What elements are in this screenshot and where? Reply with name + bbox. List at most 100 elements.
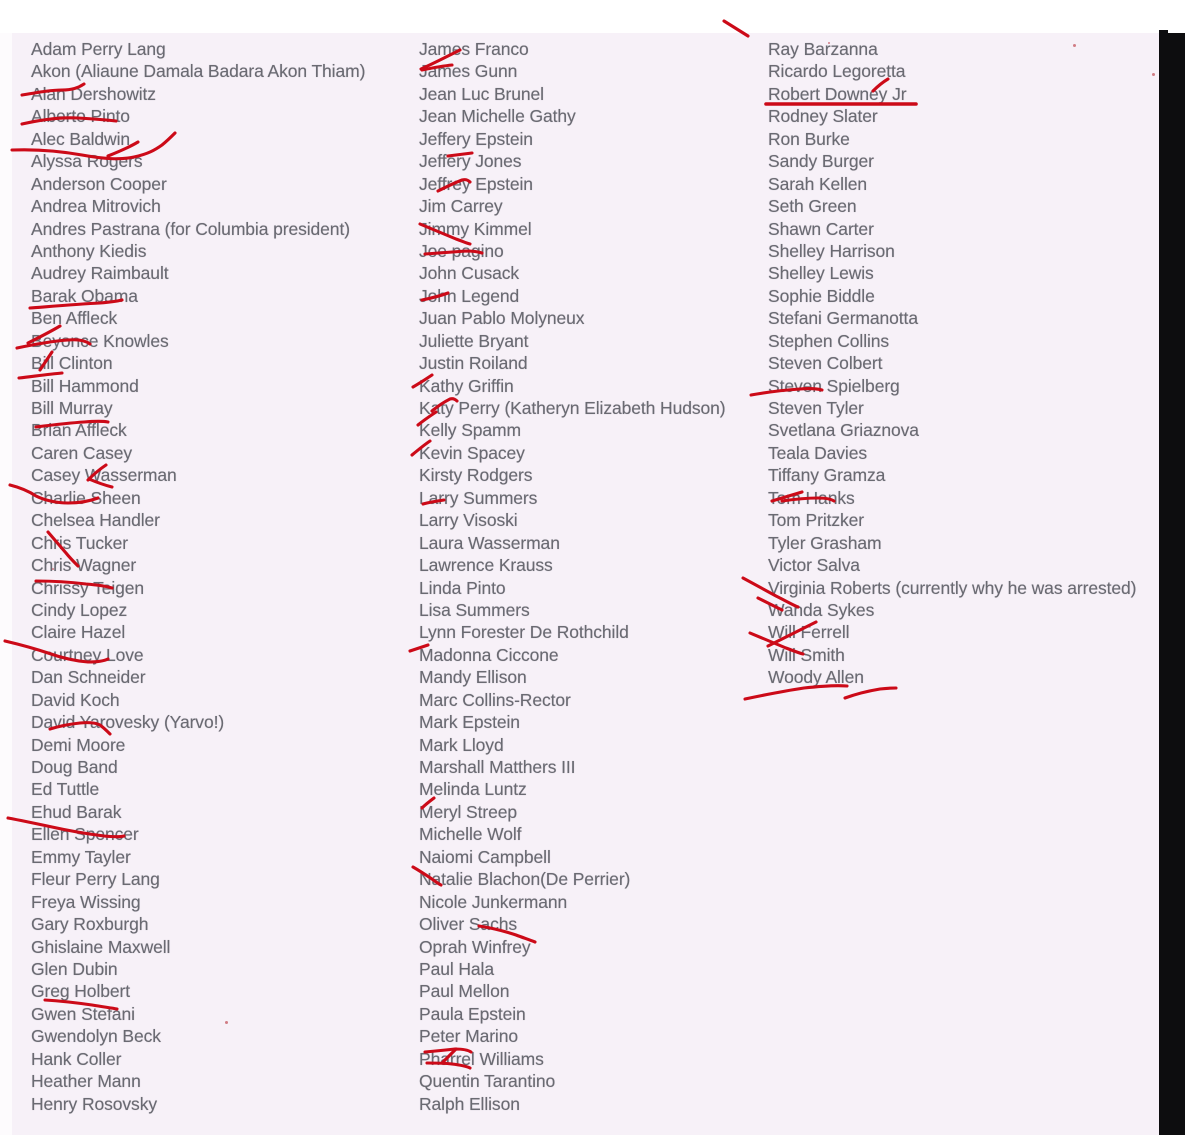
list-item: Peter Marino	[419, 1026, 518, 1047]
list-item: Seth Green	[768, 196, 857, 217]
list-item: Mark Lloyd	[419, 734, 504, 755]
list-item: Steven Colbert	[768, 353, 883, 374]
list-item: Dan Schneider	[31, 667, 146, 688]
list-item: Lisa Summers	[419, 599, 530, 620]
list-item: Freya Wissing	[31, 891, 141, 912]
scan-speck-5	[52, 568, 54, 570]
list-item: Tom Hanks	[768, 487, 855, 508]
list-item: Chris Wagner	[31, 555, 137, 576]
list-item: Courtney Love	[31, 644, 144, 665]
list-item: Shelley Harrison	[768, 240, 895, 261]
list-item: Jeffrey Epstein	[419, 173, 533, 194]
list-item: Barak Obama	[31, 285, 138, 306]
list-item: Alec Baldwin	[31, 128, 130, 149]
scanned-page: Adam Perry Lang Akon (Aliaune Damala Bada…	[0, 0, 1185, 1135]
list-item: Gwendolyn Beck	[31, 1026, 161, 1047]
list-item: Alberto Pinto	[31, 106, 130, 127]
list-item: Stefani Germanotta	[768, 308, 918, 329]
list-item: Will Smith	[768, 644, 845, 665]
list-item: Andrea Mitrovich	[31, 196, 161, 217]
list-item: Andres Pastrana (for Columbia president)	[31, 218, 350, 239]
list-item: Kelly Spamm	[419, 420, 521, 441]
list-item: Glen Dubin	[31, 958, 118, 979]
list-item: John Legend	[419, 285, 520, 306]
list-item: Ellen Spencer	[31, 824, 139, 845]
list-item: Meryl Streep	[419, 801, 517, 822]
list-item: Melinda Luntz	[419, 779, 527, 800]
list-item: Larry Summers	[419, 487, 538, 508]
list-item: Bill Clinton	[31, 353, 113, 374]
list-item: Ben Affleck	[31, 308, 118, 329]
list-item: Chelsea Handler	[31, 510, 160, 531]
list-item: David Yarovesky (Yarvo!)	[31, 712, 225, 733]
list-item: Marshall Matthers III	[419, 757, 576, 777]
list-item: Brian Affleck	[31, 420, 127, 441]
name-column-3: Ray Barzanna Ricardo Legoretta Robert Down…	[768, 38, 1185, 689]
list-item: Gary Roxburgh	[31, 914, 149, 935]
list-item: Will Ferrell	[768, 622, 850, 643]
list-item: Charlie Sheen	[31, 487, 141, 508]
list-item: Chrissy Teigen	[31, 577, 145, 598]
list-item: Sophie Biddle	[768, 285, 875, 306]
list-item: Sandy Burger	[768, 151, 874, 172]
list-item: Ghislaine Maxwell	[31, 936, 171, 957]
list-item: Ricardo Legoretta	[768, 61, 906, 82]
list-item: Casey Wasserman	[31, 465, 177, 486]
list-item: Justin Roiland	[419, 353, 528, 374]
list-item: Ehud Barak	[31, 801, 122, 822]
list-item: Adam Perry Lang	[31, 39, 166, 59]
list-item: Claire Hazel	[31, 622, 126, 643]
list-item: Doug Band	[31, 757, 118, 777]
list-item: John Cusack	[419, 263, 520, 284]
list-item: Kathy Griffin	[419, 375, 514, 396]
list-item: David Koch	[31, 689, 120, 710]
list-item: Pharrel Williams	[419, 1048, 544, 1069]
list-item: Ron Burke	[768, 128, 850, 149]
scan-speck-1	[1073, 44, 1076, 47]
list-item: Bill Hammond	[31, 375, 139, 396]
list-item: Greg Holbert	[31, 981, 130, 1002]
list-item: Tiffany Gramza	[768, 465, 886, 486]
scan-speck-2	[1152, 73, 1155, 76]
list-item: Mark Epstein	[419, 712, 520, 733]
list-item: Robert Downey Jr	[768, 83, 907, 104]
list-item: Jean Luc Brunel	[419, 83, 544, 104]
list-item: Alyssa Rogers	[31, 151, 143, 172]
scanner-top-white-strip	[1168, 0, 1185, 33]
list-item: Michelle Wolf	[419, 824, 522, 845]
list-item: Larry Visoski	[419, 510, 518, 531]
list-item: Jeffery Jones	[419, 151, 522, 172]
list-item: Jimmy Kimmel	[419, 218, 532, 239]
list-item: Teala Davies	[768, 442, 867, 463]
list-item: Marc Collins-Rector	[419, 689, 571, 710]
list-item: Sarah Kellen	[768, 173, 868, 194]
list-item: James Franco	[419, 39, 529, 59]
list-item: Juliette Bryant	[419, 330, 529, 351]
list-item: Anderson Cooper	[31, 173, 167, 194]
list-item: Linda Pinto	[419, 577, 506, 598]
list-item: Kirsty Rodgers	[419, 465, 533, 486]
list-item: Cindy Lopez	[31, 599, 128, 620]
list-item: Hank Coller	[31, 1048, 122, 1069]
list-item: Laura Wasserman	[419, 532, 560, 553]
paper-left-edge	[0, 33, 12, 1135]
list-item: Steven Spielberg	[768, 375, 900, 396]
list-item: Madonna Ciccone	[419, 644, 559, 665]
list-item: Lynn Forester De Rothchild	[419, 622, 629, 643]
list-item: Caren Casey	[31, 442, 133, 463]
list-item: Natalie Blachon(De Perrier)	[419, 869, 631, 890]
list-item: Fleur Perry Lang	[31, 869, 160, 890]
list-item: Ralph Ellison	[419, 1093, 520, 1114]
list-item: Gwen Stefani	[31, 1003, 135, 1024]
list-item: Ed Tuttle	[31, 779, 100, 800]
list-item: Paula Epstein	[419, 1003, 526, 1024]
list-item: Steven Tyler	[768, 398, 864, 418]
list-item: Katy Perry (Katheryn Elizabeth Hudson)	[419, 398, 726, 418]
list-item: Virginia Roberts (currently why he was a…	[768, 577, 1137, 598]
scan-speck-4	[828, 42, 830, 44]
list-item: Jean Michelle Gathy	[419, 106, 576, 127]
list-item: Alan Dershowitz	[31, 83, 156, 104]
list-item: Quentin Tarantino	[419, 1071, 556, 1092]
list-item: Tom Pritzker	[768, 510, 865, 531]
list-item: Chris Tucker	[31, 532, 129, 553]
